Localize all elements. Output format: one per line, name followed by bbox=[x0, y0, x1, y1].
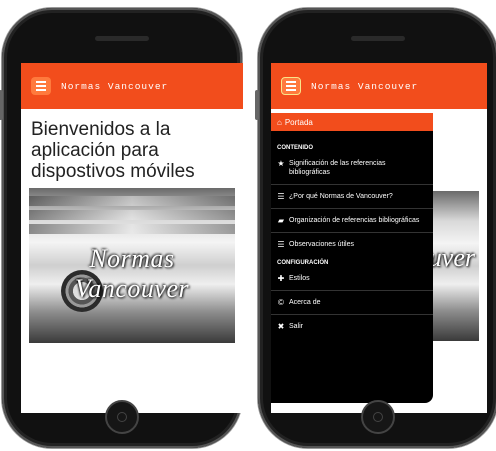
menu-button[interactable] bbox=[31, 77, 51, 95]
drawer-item-portada[interactable]: ⌂ Portada bbox=[271, 113, 433, 131]
drawer-item-significacion[interactable]: ★ Significación de las referencias bibli… bbox=[271, 154, 433, 182]
volume-button bbox=[255, 90, 259, 120]
app-title: Normas Vancouver bbox=[311, 80, 419, 92]
drawer-item-acerca-de[interactable]: © Acerca de bbox=[271, 293, 433, 312]
hamburger-icon bbox=[36, 81, 46, 83]
phone-right: Normas Vancouver uver ⌂ Portada CONTENID… bbox=[255, 8, 496, 448]
drawer-item-organizacion[interactable]: ▰ Organización de referencias bibliográf… bbox=[271, 211, 433, 230]
hamburger-icon bbox=[286, 81, 296, 83]
home-button[interactable] bbox=[361, 400, 395, 434]
star-icon: ★ bbox=[277, 159, 285, 168]
hero-caption: Normas Vancouver bbox=[74, 244, 190, 303]
speaker bbox=[95, 36, 149, 41]
home-button[interactable] bbox=[105, 400, 139, 434]
drawer-section-contenido: CONTENIDO bbox=[277, 145, 313, 151]
drawer-item-observaciones[interactable]: ☰ Observaciones útiles bbox=[271, 235, 433, 254]
volume-button bbox=[0, 90, 3, 120]
phone-left: Normas Vancouver Bienvenidos a la aplica… bbox=[0, 8, 243, 448]
hero-image: Normas Vancouver bbox=[29, 188, 235, 343]
folder-icon: ▰ bbox=[277, 216, 285, 225]
screen-menu-open: Normas Vancouver uver ⌂ Portada CONTENID… bbox=[271, 63, 487, 413]
home-icon: ⌂ bbox=[277, 117, 282, 127]
drawer-item-label: Acerca de bbox=[289, 299, 321, 306]
drawer-item-por-que[interactable]: ☰ ¿Por qué Normas de Vancouver? bbox=[271, 187, 433, 206]
list-icon: ☰ bbox=[277, 192, 285, 201]
app-header: Normas Vancouver bbox=[21, 63, 243, 109]
list-icon: ☰ bbox=[277, 240, 285, 249]
drawer-item-label: Observaciones útiles bbox=[289, 241, 354, 248]
drawer-item-label: Organización de referencias bibliográfic… bbox=[289, 217, 420, 224]
drawer-item-label: Estilos bbox=[289, 275, 310, 282]
drawer-item-label: Salir bbox=[289, 323, 304, 330]
drawer-item-label: Significación de las referencias bibliog… bbox=[289, 160, 386, 176]
menu-button[interactable] bbox=[281, 77, 301, 95]
screen-home: Normas Vancouver Bienvenidos a la aplica… bbox=[21, 63, 243, 413]
welcome-heading: Bienvenidos a la aplicación para dispost… bbox=[31, 119, 195, 182]
speaker bbox=[351, 36, 405, 41]
drawer-item-estilos[interactable]: ✚ Estilos bbox=[271, 269, 433, 288]
drawer-section-configuracion: CONFIGURACIÓN bbox=[277, 260, 329, 266]
hero-caption: uver bbox=[428, 243, 475, 272]
plus-icon: ✚ bbox=[277, 274, 285, 283]
app-header: Normas Vancouver bbox=[271, 63, 487, 109]
drawer-item-label: ¿Por qué Normas de Vancouver? bbox=[289, 193, 393, 200]
copyright-icon: © bbox=[278, 298, 284, 307]
app-title: Normas Vancouver bbox=[61, 80, 169, 92]
drawer-item-salir[interactable]: ✖ Salir bbox=[271, 317, 433, 336]
drawer-item-label: Portada bbox=[284, 117, 313, 127]
close-icon: ✖ bbox=[277, 322, 285, 331]
nav-drawer: ⌂ Portada CONTENIDO ★ Significación de l… bbox=[271, 113, 433, 403]
